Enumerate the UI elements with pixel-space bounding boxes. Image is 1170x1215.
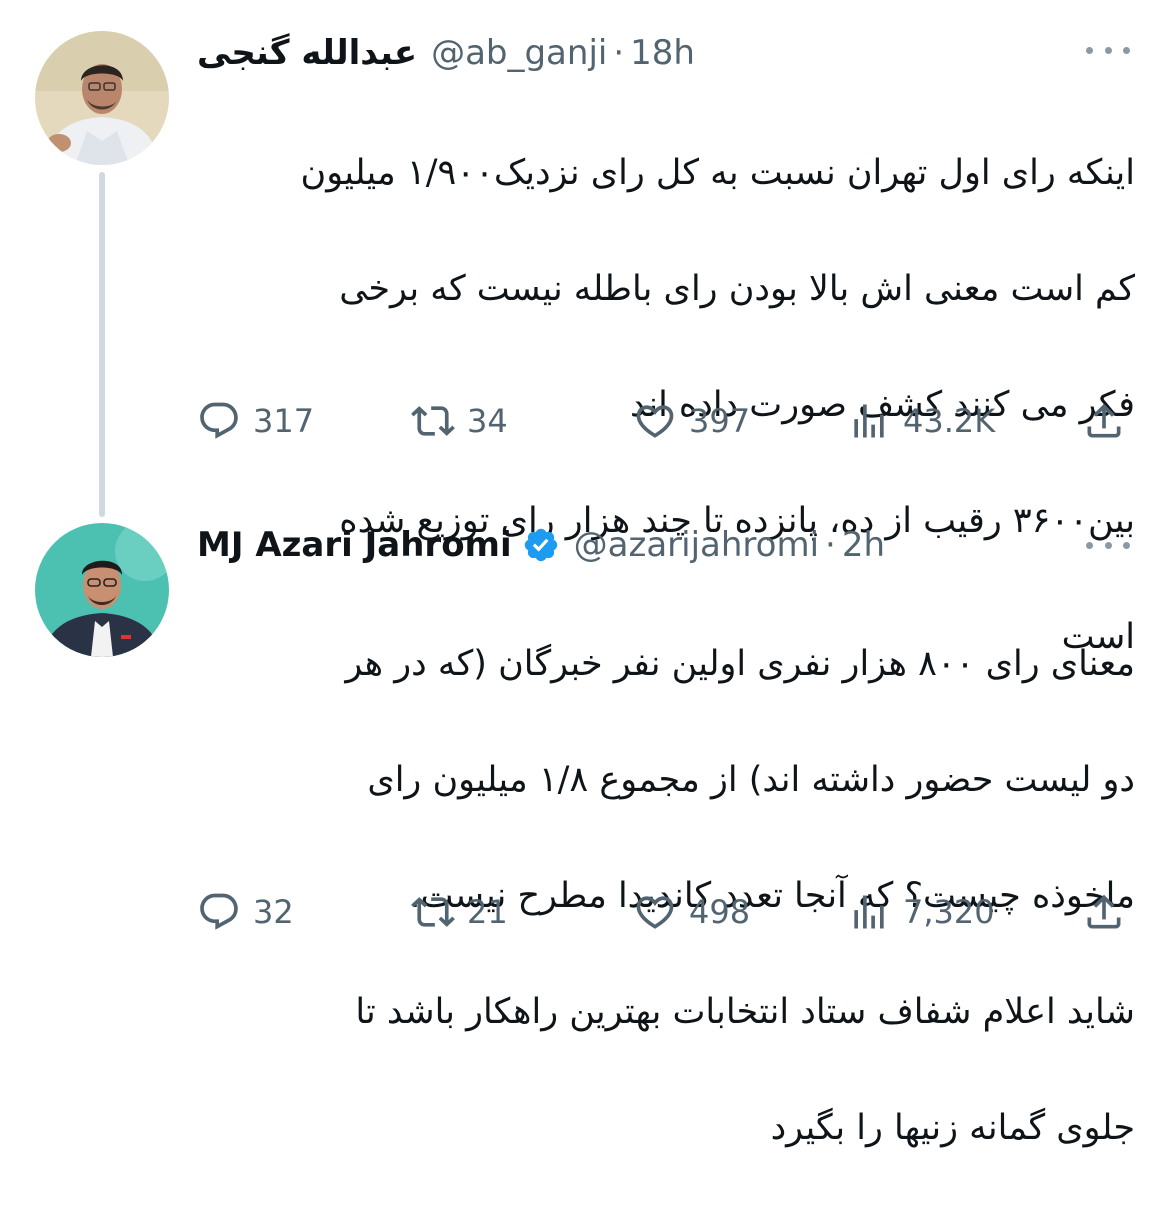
tweet-text-line: جلوی گمانه زنیها را بگیرد bbox=[770, 1108, 1135, 1148]
share-icon bbox=[1087, 403, 1121, 438]
reply-count: 32 bbox=[253, 893, 294, 931]
verified-badge-icon bbox=[524, 528, 557, 562]
author-name[interactable]: MJ Azari Jahromi bbox=[197, 525, 512, 565]
more-icon[interactable] bbox=[1086, 40, 1130, 60]
retweet-icon bbox=[411, 406, 455, 436]
timestamp[interactable]: 18h bbox=[630, 33, 695, 73]
tweet-1[interactable]: عبدالله گنجی @ab_ganji · 18h اینکه رای ا… bbox=[0, 0, 1170, 657]
heart-icon bbox=[636, 896, 674, 929]
like-button[interactable]: 498 bbox=[633, 887, 750, 937]
retweet-button[interactable]: 21 bbox=[411, 887, 508, 937]
separator-dot: · bbox=[613, 33, 625, 73]
author-name[interactable]: عبدالله گنجی bbox=[197, 33, 417, 73]
like-count: 498 bbox=[689, 893, 751, 931]
like-button[interactable]: 397 bbox=[633, 396, 750, 446]
retweet-count: 21 bbox=[467, 893, 508, 931]
reply-icon bbox=[200, 893, 238, 930]
tweet-header: MJ Azari Jahromi @azarijahromi · 2h bbox=[197, 520, 885, 570]
reply-button[interactable]: 32 bbox=[197, 887, 294, 937]
thread-connector-line bbox=[99, 172, 105, 517]
tweet-text-line: دو لیست حضور داشته اند) از مجموع ۱/۸ میل… bbox=[367, 760, 1135, 800]
retweet-icon bbox=[411, 897, 455, 927]
views-count: 7,320 bbox=[903, 893, 995, 931]
views-button[interactable]: 7,320 bbox=[847, 887, 995, 937]
retweet-count: 34 bbox=[467, 402, 508, 440]
more-icon[interactable] bbox=[1086, 535, 1130, 555]
reply-count: 317 bbox=[253, 402, 315, 440]
heart-icon bbox=[636, 405, 674, 438]
avatar-ab-ganji[interactable] bbox=[35, 31, 169, 165]
views-icon bbox=[854, 404, 884, 438]
separator-dot: · bbox=[825, 525, 836, 565]
share-button[interactable] bbox=[1082, 887, 1126, 937]
retweet-button[interactable]: 34 bbox=[411, 396, 508, 446]
author-handle[interactable]: @azarijahromi bbox=[574, 525, 819, 565]
tweet-2[interactable]: MJ Azari Jahromi @azarijahromi · 2h معنا… bbox=[0, 480, 1170, 1148]
tweet-text-line: معنای رای ۸۰۰ هزار نفری اولین نفر خبرگان… bbox=[345, 644, 1135, 684]
author-handle[interactable]: @ab_ganji bbox=[431, 33, 607, 73]
tweet-text-line: اینکه رای اول تهران نسبت به کل رای نزدیک… bbox=[300, 153, 1135, 193]
like-count: 397 bbox=[689, 402, 751, 440]
tweet-text-line: کم است معنی اش بالا بودن رای باطله نیست … bbox=[339, 269, 1135, 309]
views-icon bbox=[854, 895, 884, 929]
share-button[interactable] bbox=[1082, 396, 1126, 446]
timestamp[interactable]: 2h bbox=[842, 525, 885, 565]
views-count: 43.2K bbox=[903, 402, 996, 440]
views-button[interactable]: 43.2K bbox=[847, 396, 995, 446]
reply-icon bbox=[200, 402, 238, 439]
share-icon bbox=[1087, 894, 1121, 929]
tweet-text-line: شاید اعلام شفاف ستاد انتخابات بهترین راه… bbox=[355, 992, 1135, 1032]
tweet-header: عبدالله گنجی @ab_ganji · 18h bbox=[197, 28, 695, 78]
avatar-azarijahromi[interactable] bbox=[35, 523, 169, 657]
reply-button[interactable]: 317 bbox=[197, 396, 314, 446]
